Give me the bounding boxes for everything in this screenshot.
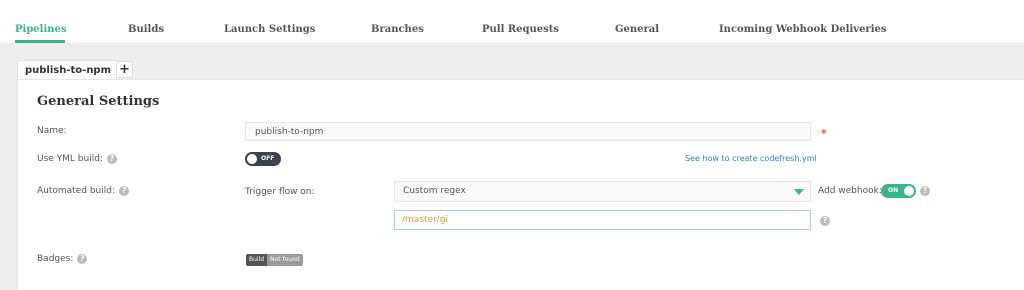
trigger-flow-select[interactable]: Custom regex xyxy=(394,181,811,202)
nav-tab-incoming-webhook-deliveries[interactable]: Incoming Webhook Deliveries xyxy=(719,24,887,35)
yml-build-toggle[interactable]: OFF xyxy=(245,152,281,166)
trigger-flow-label: Trigger flow on: xyxy=(245,187,315,197)
nav-tab-builds[interactable]: Builds xyxy=(128,24,164,35)
yml-build-label-text: Use YML build: xyxy=(37,154,103,164)
name-label-text: Name: xyxy=(37,126,67,136)
nav-tab-launch-settings[interactable]: Launch Settings xyxy=(224,24,315,35)
help-icon[interactable]: ? xyxy=(118,186,129,196)
add-webhook-label: Add webhook: xyxy=(818,186,882,196)
toggle-state-text: OFF xyxy=(261,155,275,162)
active-tab-indicator xyxy=(15,40,65,43)
toggle-knob xyxy=(247,154,257,164)
help-icon[interactable]: ? xyxy=(920,186,930,196)
nav-tab-branches[interactable]: Branches xyxy=(371,24,424,35)
help-icon[interactable]: ? xyxy=(106,154,117,164)
help-icon[interactable]: ? xyxy=(77,254,88,264)
add-webhook-toggle[interactable]: ON xyxy=(881,184,916,198)
help-icon[interactable]: ? xyxy=(820,216,830,226)
yml-build-label: Use YML build: ? xyxy=(37,154,117,164)
name-input[interactable]: publish-to-npm xyxy=(245,122,811,141)
regex-input[interactable]: /master/gi xyxy=(394,210,811,230)
badges-label-text: Badges: xyxy=(37,254,74,264)
trigger-flow-value: Custom regex xyxy=(403,186,466,196)
toggle-state-text: ON xyxy=(888,187,899,194)
name-label: Name: xyxy=(37,126,67,136)
required-indicator: * xyxy=(821,127,827,140)
automated-build-label-text: Automated build: xyxy=(37,186,115,196)
pipeline-tab[interactable]: publish-to-npm xyxy=(17,60,120,79)
codefresh-yml-link[interactable]: See how to create codefresh.yml xyxy=(685,154,817,163)
dropdown-arrow-icon xyxy=(794,189,804,195)
badges-label: Badges: ? xyxy=(37,254,88,264)
nav-tab-pull-requests[interactable]: Pull Requests xyxy=(482,24,559,35)
toggle-knob xyxy=(904,186,914,196)
badge-label: Build xyxy=(246,254,268,266)
page-title: General Settings xyxy=(37,94,160,109)
add-pipeline-button[interactable]: + xyxy=(116,61,133,78)
badge-status: Not found xyxy=(267,254,303,266)
nav-tab-general[interactable]: General xyxy=(615,24,659,35)
build-status-badge[interactable]: Build Not found xyxy=(246,254,303,266)
automated-build-label: Automated build: ? xyxy=(37,186,129,196)
top-nav: Pipelines Builds Launch Settings Branche… xyxy=(0,0,1024,44)
nav-tab-pipelines[interactable]: Pipelines xyxy=(15,24,67,35)
